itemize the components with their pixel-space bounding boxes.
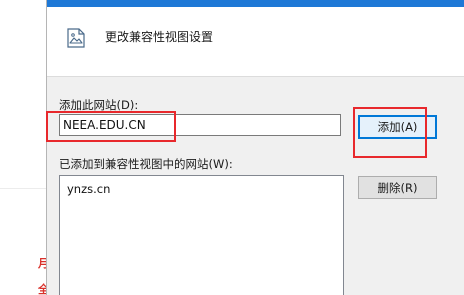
add-site-label: 添加此网站(D): xyxy=(59,98,139,112)
site-list-label: 已添加到兼容性视图中的网站(W): xyxy=(59,157,233,171)
compatibility-view-settings-dialog: 更改兼容性视图设置 添加此网站(D): 添加(A) 已添加到兼容性视图中的网站(… xyxy=(46,0,464,295)
add-site-input[interactable] xyxy=(59,114,341,136)
add-button[interactable]: 添加(A) xyxy=(358,115,437,139)
screenshot-root: 月 全 更改兼容性视图设置 添加此网站(D): 添加(A) 已添加到兼容性视图中… xyxy=(0,0,464,295)
list-item[interactable]: ynzs.cn xyxy=(67,182,110,196)
background-page xyxy=(0,0,46,295)
dialog-header: 更改兼容性视图设置 xyxy=(47,7,464,77)
background-divider xyxy=(0,188,46,189)
remove-button[interactable]: 删除(R) xyxy=(358,176,437,199)
dialog-title: 更改兼容性视图设置 xyxy=(105,30,214,44)
compatibility-view-icon xyxy=(64,26,88,50)
dialog-titlebar xyxy=(47,0,464,7)
site-list[interactable]: ynzs.cn xyxy=(59,175,344,295)
